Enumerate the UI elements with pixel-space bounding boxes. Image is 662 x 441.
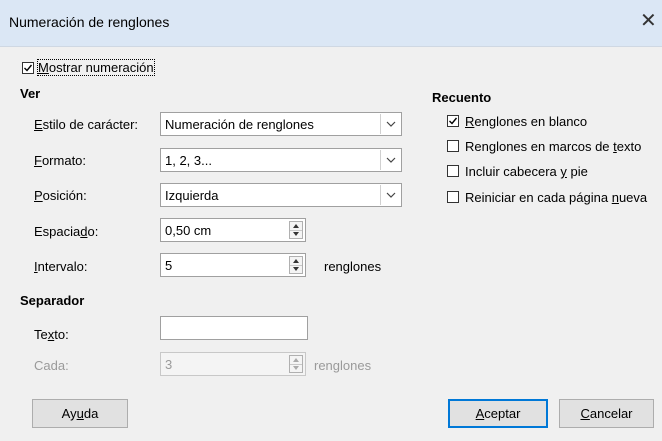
show-numbering-label[interactable]: Mostrar numeración <box>37 59 155 76</box>
view-heading: Ver <box>20 86 41 101</box>
restart-page-label[interactable]: Reiniciar en cada página nueva <box>465 190 647 205</box>
header-footer-label[interactable]: Incluir cabecera y pie <box>465 164 588 179</box>
separator-text-label: Texto: <box>34 327 69 342</box>
interval-spinbox[interactable]: 5 <box>160 253 306 277</box>
spin-buttons[interactable] <box>289 355 303 373</box>
spin-down-icon[interactable] <box>290 364 302 372</box>
cancel-button[interactable]: Cancelar <box>559 399 654 428</box>
restart-page-checkbox[interactable] <box>447 191 459 203</box>
header-footer-checkbox[interactable] <box>447 165 459 177</box>
spin-down-icon[interactable] <box>290 230 302 238</box>
interval-unit: renglones <box>324 259 382 274</box>
interval-label: Intervalo: <box>34 259 88 274</box>
text-frames-label[interactable]: Renglones en marcos de texto <box>465 139 641 154</box>
spin-buttons[interactable] <box>289 256 303 274</box>
spacing-label: Espaciado: <box>34 224 99 239</box>
chevron-down-icon[interactable] <box>380 114 400 134</box>
spacing-value: 0,50 cm <box>165 223 212 238</box>
blank-lines-label[interactable]: Renglones en blanco <box>465 114 587 129</box>
count-heading: Recuento <box>432 90 492 105</box>
char-style-combo[interactable]: Numeración de renglones <box>160 112 402 136</box>
help-button[interactable]: Ay u da <box>32 399 128 428</box>
show-numbering-checkbox[interactable] <box>22 62 34 74</box>
interval-value: 5 <box>165 258 173 273</box>
spin-buttons[interactable] <box>289 221 303 239</box>
ok-button[interactable]: Aceptar <box>448 399 548 428</box>
separator-text-input[interactable] <box>160 316 308 340</box>
position-combo[interactable]: Izquierda <box>160 183 402 207</box>
spin-down-icon[interactable] <box>290 265 302 273</box>
chevron-down-icon[interactable] <box>380 150 400 170</box>
checkmark-icon <box>449 117 458 125</box>
format-value: 1, 2, 3... <box>165 153 212 168</box>
separator-heading: Separador <box>20 293 85 308</box>
close-icon[interactable]: ✕ <box>640 11 662 33</box>
every-spinbox[interactable]: 3 <box>160 352 306 376</box>
chevron-down-icon[interactable] <box>380 185 400 205</box>
text-frames-checkbox[interactable] <box>447 140 459 152</box>
blank-lines-checkbox[interactable] <box>447 115 459 127</box>
position-value: Izquierda <box>165 188 219 203</box>
format-label: Formato: <box>34 153 87 168</box>
char-style-value: Numeración de renglones <box>165 117 314 132</box>
every-unit: renglones <box>314 358 372 373</box>
every-label: Cada: <box>34 358 69 373</box>
char-style-label: Estilo de carácter: <box>34 117 139 132</box>
format-combo[interactable]: 1, 2, 3... <box>160 148 402 172</box>
position-label: Posición: <box>34 188 87 203</box>
every-value: 3 <box>165 357 173 372</box>
checkmark-icon <box>24 64 33 72</box>
spacing-spinbox[interactable]: 0,50 cm <box>160 218 306 242</box>
dialog-title: Numeración de renglones <box>9 14 170 30</box>
